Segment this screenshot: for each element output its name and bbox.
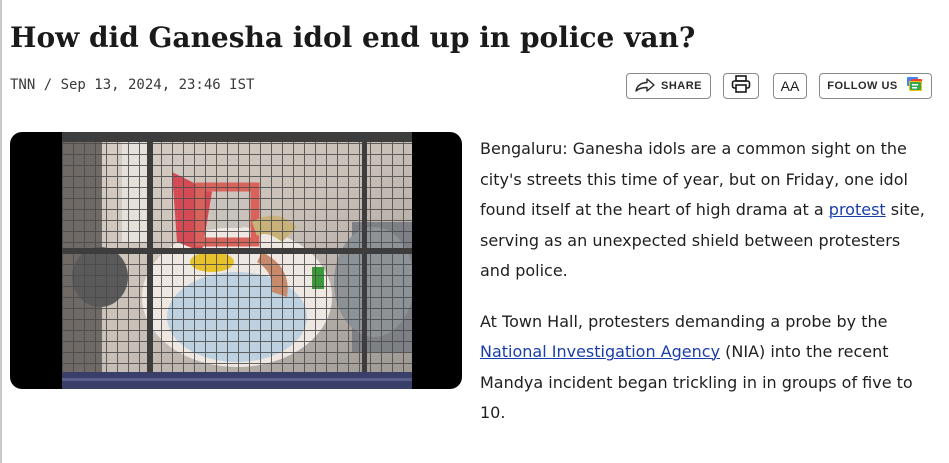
article-paragraph: At Town Hall, protesters demanding a pro… [480,307,935,429]
paragraph-text: At Town Hall, protesters demanding a pro… [480,311,888,331]
google-news-icon [906,76,924,96]
print-button[interactable] [723,73,759,99]
left-edge-divider [0,0,2,463]
follow-us-button[interactable]: FOLLOW US [819,73,932,99]
printer-icon [731,75,751,97]
protest-link[interactable]: protest [829,200,886,219]
ganesha-idol-police-van-photo [62,132,412,389]
article-paragraph: Bengaluru: Ganesha idols are a common si… [480,134,935,287]
share-label: SHARE [660,80,702,92]
follow-us-label: FOLLOW US [827,80,898,92]
share-arrow-icon [635,77,655,96]
article-body: Bengaluru: Ganesha idols are a common si… [480,134,935,449]
article-image [10,132,462,389]
font-size-label: AA [780,78,800,94]
nia-link[interactable]: National Investigation Agency [480,342,720,361]
article-toolbar: SHARE AA FOLLOW US [0,73,949,101]
article-headline: How did Ganesha idol end up in police va… [10,21,696,54]
share-button[interactable]: SHARE [626,73,711,99]
font-size-button[interactable]: AA [773,73,807,99]
